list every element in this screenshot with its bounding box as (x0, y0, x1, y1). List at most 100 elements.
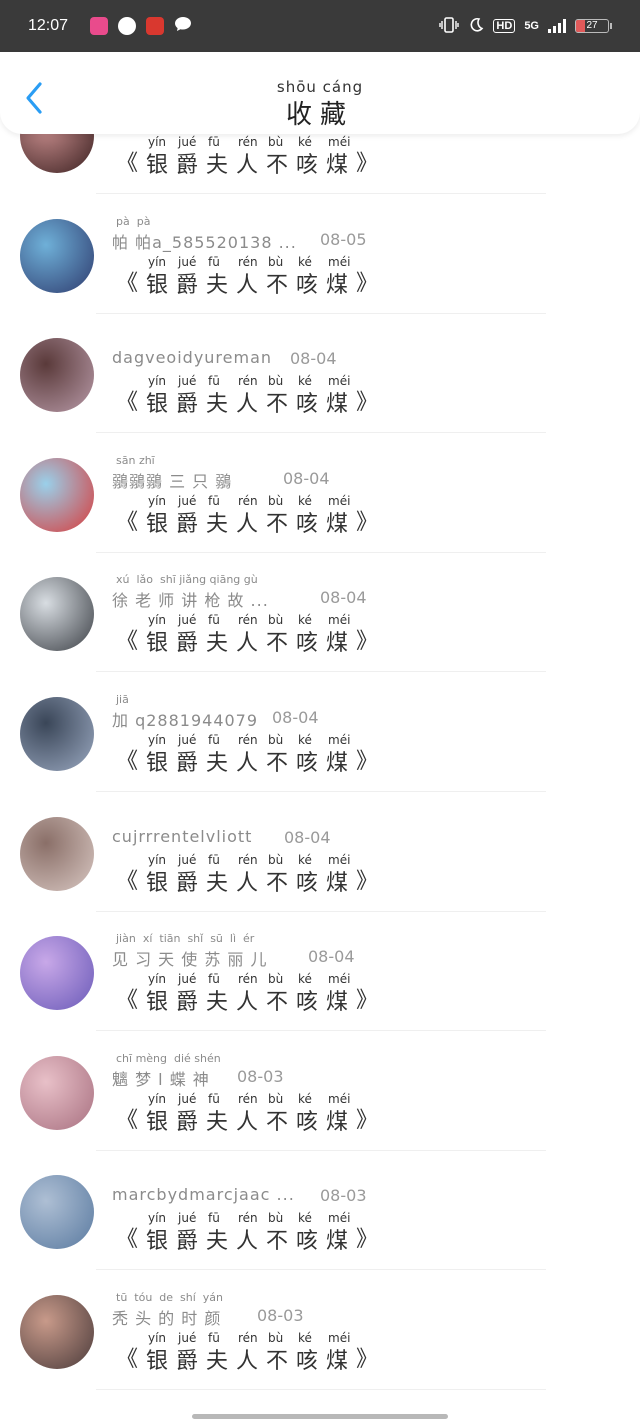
book-char: 不 (266, 272, 289, 298)
avatar[interactable] (20, 1055, 94, 1130)
user-name[interactable]: 帕 帕a_585520138 ... (112, 229, 297, 253)
book-char: 人 (236, 272, 259, 298)
avatar[interactable] (20, 936, 94, 1011)
list-item[interactable]: marcbydmarcjaac ... 08-03 《 yín 银 jué 爵 fū 夫 rén 人… (0, 1151, 640, 1271)
user-name[interactable]: dagveoidyureman (112, 348, 272, 367)
list-item[interactable]: tū tóu de shí yán 秃 头 的 时 颜 08-03 《 yín 银 jué 爵… (0, 1271, 640, 1391)
book-title[interactable]: 《 yín 银 jué 爵 fū 夫 rén 人 bù 不 ké 咳 méi 煤》 (116, 972, 380, 1015)
list-item[interactable]: jiā 加 q2881944079 08-04 《 yín 银 jué 爵 fū 夫 rén 人 bù 不… (0, 673, 640, 793)
avatar[interactable] (20, 697, 94, 771)
favorite-date: 08-04 (272, 708, 319, 727)
avatar[interactable] (20, 457, 94, 532)
favorite-date: 08-03 (320, 1186, 367, 1206)
favorite-date: 08-05 (320, 229, 367, 249)
list-item[interactable]: xú lǎo shī jiǎng qiāng gù 徐 老 师 讲 枪 故 ...… (0, 553, 640, 673)
back-button[interactable] (20, 80, 50, 116)
book-title-open-quote: 《 (116, 509, 139, 535)
book-char: 煤 (326, 751, 349, 776)
list-item[interactable]: sān zhī 鶸鶸鶸 三 只 鶸 08-04 《 yín 银 jué 爵 fū 夫 rén 人 bù 不… (0, 434, 640, 554)
news-notification-icon (146, 17, 165, 35)
book-char: 咳 (296, 272, 319, 298)
book-char: 咳 (296, 631, 319, 657)
book-title-close-quote: 》 (356, 509, 379, 535)
user-name[interactable]: 鶸鶸鶸 三 只 鶸 (112, 468, 232, 492)
book-char: 银 (146, 1109, 169, 1135)
book-title-close-quote: 》 (356, 1347, 379, 1372)
avatar[interactable] (20, 218, 94, 293)
book-char: 人 (236, 511, 259, 537)
notification-icons (90, 16, 192, 37)
book-char: 银 (146, 751, 169, 776)
list-item[interactable]: chī mèng dié shén 魑 梦 l 蝶 神 08-03 《 yín 银 jué 爵… (0, 1032, 640, 1152)
page-title: shōu cáng 收藏 (260, 78, 380, 131)
book-char: 爵 (176, 631, 199, 657)
book-char: 银 (146, 631, 169, 657)
book-char: 夫 (206, 1349, 229, 1374)
app-header: shōu cáng 收藏 (0, 52, 640, 134)
user-name[interactable]: 秃 头 的 时 颜 (112, 1305, 221, 1329)
favorite-date: 08-04 (284, 827, 331, 847)
book-char: 煤 (326, 392, 349, 418)
book-title-close-quote: 》 (356, 868, 379, 894)
book-char: 人 (236, 392, 259, 418)
avatar[interactable] (20, 1295, 94, 1369)
favorite-date: 08-03 (237, 1066, 284, 1086)
book-char: 银 (146, 272, 169, 298)
user-name[interactable]: 徐 老 师 讲 枪 故 ... (112, 587, 269, 611)
network-label: 5G (524, 20, 539, 32)
book-char: 夫 (206, 870, 229, 896)
book-char: 人 (236, 1229, 259, 1255)
book-title[interactable]: 《 yín 银 jué 爵 fū 夫 rén 人 bù 不 ké 咳 méi 煤》 (116, 613, 380, 656)
book-title[interactable]: 《 yín 银 jué 爵 fū 夫 rén 人 bù 不 ké 咳 méi 煤》 (116, 1331, 380, 1374)
book-title[interactable]: 《 yín 银 jué 爵 fū 夫 rén 人 bù 不 ké 咳 méi 煤》 (116, 135, 380, 178)
status-bar: 12:07 HD 5G 27 (0, 0, 640, 52)
book-title[interactable]: 《 yín 银 jué 爵 fū 夫 rén 人 bù 不 ké 咳 méi 煤》 (116, 1092, 380, 1135)
avatar[interactable] (20, 816, 94, 891)
user-name-pinyin: pà pà (116, 214, 151, 228)
book-char: 咳 (296, 751, 319, 776)
book-char: 夫 (206, 1229, 229, 1255)
battery-icon: 27 (575, 19, 612, 33)
user-name-pinyin: xú lǎo shī jiǎng qiāng gù (116, 573, 258, 587)
user-name[interactable]: 加 q2881944079 (112, 707, 258, 731)
book-title[interactable]: 《 yín 银 jué 爵 fū 夫 rén 人 bù 不 ké 咳 méi 煤》 (116, 255, 380, 298)
book-char: 爵 (176, 153, 199, 178)
book-title[interactable]: 《 yín 银 jué 爵 fū 夫 rén 人 bù 不 ké 咳 méi 煤》 (116, 374, 380, 417)
book-title-open-quote: 《 (116, 749, 139, 774)
list-item[interactable]: dagveoidyureman 08-04 《 yín 银 jué 爵 fū 夫 rén 人 bù 不 k… (0, 314, 640, 434)
book-char: 人 (236, 751, 259, 776)
book-title-open-quote: 《 (116, 1107, 139, 1133)
user-name[interactable]: marcbydmarcjaac ... (112, 1185, 295, 1204)
book-char: 爵 (176, 1109, 199, 1135)
home-indicator[interactable] (192, 1414, 448, 1419)
book-title[interactable]: 《 yín 银 jué 爵 fū 夫 rén 人 bù 不 ké 咳 méi 煤》 (116, 1211, 380, 1254)
list-item[interactable]: jiàn xí tiān shǐ sū lì ér 见 习 天 使 苏 丽 儿 08… (0, 912, 640, 1032)
avatar[interactable] (20, 1175, 94, 1250)
book-title[interactable]: 《 yín 银 jué 爵 fū 夫 rén 人 bù 不 ké 咳 méi 煤》 (116, 853, 380, 896)
user-name-pinyin: jiàn xí tiān shǐ sū lì ér (116, 932, 255, 946)
book-title-close-quote: 》 (356, 270, 379, 296)
book-char: 人 (236, 870, 259, 896)
book-title-close-quote: 》 (356, 151, 379, 176)
book-char: 夫 (206, 153, 229, 178)
moon-icon (468, 17, 484, 36)
status-indicators: HD 5G 27 (439, 16, 612, 36)
book-char: 夫 (206, 751, 229, 776)
user-name[interactable]: 见 习 天 使 苏 丽 儿 (112, 946, 268, 970)
favorites-list: joebhoqxnerc08-05《yín银jué爵fū夫rén人bù不ké咳m… (0, 100, 640, 1410)
avatar[interactable] (20, 577, 94, 652)
favorite-date: 08-04 (290, 349, 337, 369)
book-title[interactable]: 《 yín 银 jué 爵 fū 夫 rén 人 bù 不 ké 咳 méi 煤》 (116, 494, 380, 537)
book-char: 咳 (296, 1349, 319, 1374)
list-item[interactable]: pà pà 帕 帕a_585520138 ... 08-05 《 yín 银 jué 爵 fū 夫… (0, 195, 640, 315)
book-title[interactable]: 《 yín 银 jué 爵 fū 夫 rén 人 bù 不 ké 咳 méi 煤》 (116, 733, 380, 776)
user-name[interactable]: 魑 梦 l 蝶 神 (112, 1066, 210, 1090)
book-char: 银 (146, 392, 169, 418)
user-name[interactable]: cujrrrentelvliott (112, 827, 252, 846)
book-char: 不 (266, 870, 289, 896)
avatar[interactable] (20, 338, 94, 413)
book-title-close-quote: 》 (356, 629, 379, 655)
book-char: 夫 (206, 631, 229, 657)
list-item[interactable]: cujrrrentelvliott 08-04 《 yín 银 jué 爵 fū 夫 rén 人 bù… (0, 793, 640, 913)
book-title-open-quote: 《 (116, 390, 139, 416)
